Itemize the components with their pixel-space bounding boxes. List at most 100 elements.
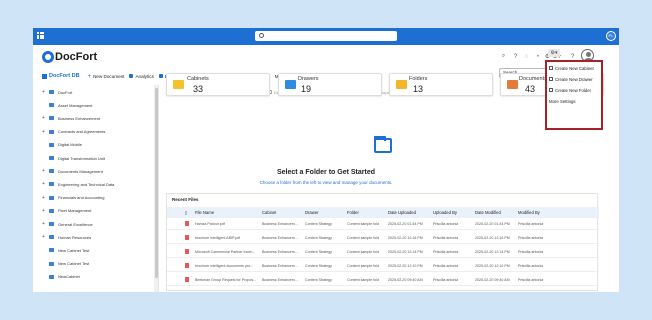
cabinet-icon xyxy=(49,129,54,134)
expand-icon[interactable]: + xyxy=(41,208,46,214)
table-row[interactable]: Beekman Group Request for Propos... Busin… xyxy=(167,274,599,286)
empty-folder-icon xyxy=(374,136,392,153)
table-cell: Priscilla antonia xyxy=(518,278,544,282)
sidebar-item[interactable]: + Fleet Management xyxy=(33,207,155,215)
expand-icon[interactable]: + xyxy=(41,221,46,227)
app-window: PL DocFort ⌕ ? ◌ ◔ ⚙ ⚙▾ ? DocFort DB + Ne… xyxy=(33,28,619,292)
sidebar-item[interactable]: + Business Enhancement xyxy=(33,114,155,122)
table-cell: 2025-02-20 01:44 PM xyxy=(475,222,510,226)
drawer-icon xyxy=(549,77,553,81)
sidebar-item[interactable]: Digital Transformation Unit xyxy=(33,154,155,162)
sidebar-item[interactable]: + Human Resources xyxy=(33,233,155,241)
folder-icon xyxy=(549,88,553,92)
expand-icon[interactable]: + xyxy=(41,195,46,201)
table-cell: Business Enhancem... xyxy=(262,278,298,282)
col-file-name[interactable]: File Name xyxy=(195,210,214,215)
table-cell: Business Enhancem... xyxy=(262,222,298,226)
card-folders[interactable]: Folders 13 xyxy=(389,73,493,96)
docfort-logo[interactable]: DocFort xyxy=(42,50,97,64)
sidebar-item[interactable]: Digital Mobile xyxy=(33,141,155,149)
sidebar-item[interactable]: + General Excellence xyxy=(33,220,155,228)
sidebar-item-label: Asset Management xyxy=(58,102,93,108)
col-folder[interactable]: Folder xyxy=(347,210,359,215)
table-cell: Content Strategy xyxy=(305,250,332,254)
pdf-file-icon xyxy=(185,235,189,240)
sidebar-item-label: Financials and Accounting xyxy=(58,195,105,201)
table-cell: Business Enhancem... xyxy=(262,264,298,268)
table-cell: 2025-02-20 12:14 PM xyxy=(475,250,510,254)
sidebar-item[interactable]: Asset Management xyxy=(33,101,155,109)
logo-mark-icon xyxy=(42,51,54,63)
table-cell: Microsoft Commercial Partner Incen... xyxy=(195,250,256,254)
card-drawers[interactable]: Drawers 19 xyxy=(278,73,382,96)
table-row[interactable]: Microsoft Commercial Partner Incen... Bus… xyxy=(167,246,599,258)
sidebar-item-label: New Cabinet Test xyxy=(58,261,90,267)
sidebar-item[interactable]: + DocFort xyxy=(33,88,155,96)
col-cabinet[interactable]: Cabinet xyxy=(262,210,276,215)
global-search-input[interactable] xyxy=(255,31,397,41)
table-cell: 2025-02-20 12:16 PM xyxy=(475,236,510,240)
toolbar-brand[interactable]: DocFort DB xyxy=(42,73,80,79)
table-cell: brochure intelligent AIBP.pdf xyxy=(195,236,240,240)
expand-icon[interactable]: + xyxy=(41,115,46,121)
sidebar-item-label: Digital Transformation Unit xyxy=(58,155,106,161)
sidebar-item-label: DocFort xyxy=(58,89,73,95)
user-initials-badge[interactable]: PL xyxy=(606,31,616,41)
menu-create-new-cabinet[interactable]: Create New Cabinet xyxy=(549,63,601,73)
table-cell: Priscilla antonia xyxy=(433,222,459,226)
search-icon[interactable]: ⌕ xyxy=(500,53,507,60)
col-drawer[interactable]: Drawer xyxy=(305,210,319,215)
new-document-button[interactable]: + New Document xyxy=(88,74,125,81)
table-cell: Priscilla antonia xyxy=(433,250,459,254)
logo-text: DocFort xyxy=(55,51,98,63)
search-icon xyxy=(259,33,264,38)
menu-more-settings[interactable]: More Settings xyxy=(549,96,601,106)
pdf-file-icon xyxy=(185,249,189,254)
table-cell: Content sample fold xyxy=(347,236,379,240)
settings-menu-button[interactable]: ⚙▾ xyxy=(548,49,560,57)
file-type-icon-header: ▯ xyxy=(185,210,188,215)
col-date-modified[interactable]: Date Modified xyxy=(475,210,501,215)
notification-icon[interactable]: ◔ xyxy=(534,53,541,60)
sidebar-item[interactable]: New Cabinet Test xyxy=(33,246,155,254)
expand-icon[interactable]: + xyxy=(41,129,46,135)
menu-create-new-drawer[interactable]: Create New Drawer xyxy=(549,74,601,84)
sidebar-item-label: Human Resources xyxy=(58,234,92,240)
table-cell: Priscilla antonia xyxy=(518,222,544,226)
sidebar-scrollbar[interactable] xyxy=(154,85,158,292)
expand-icon[interactable]: + xyxy=(41,89,46,95)
app-launcher-icon[interactable] xyxy=(37,32,44,39)
table-cell: Content sample fold xyxy=(347,250,379,254)
sidebar-item[interactable]: + Financials and Accounting xyxy=(33,194,155,202)
sidebar-item[interactable]: New Cabinet Test xyxy=(33,260,155,268)
table-cell: Content Strategy xyxy=(305,278,332,282)
table-cell: Content Strategy xyxy=(305,236,332,240)
menu-create-new-folder[interactable]: Create New Folder xyxy=(549,85,601,95)
card-cabinets[interactable]: Cabinets 33 xyxy=(166,73,270,96)
sidebar-item[interactable]: + Contracts and Agreements xyxy=(33,128,155,136)
table-cell: brochure intelligent documents pro... xyxy=(195,264,254,268)
empty-state-subtitle[interactable]: Choose a folder from the left to view an… xyxy=(33,180,619,185)
table-row[interactable]: Hamza Parlour.pdf Business Enhancem... Con… xyxy=(167,218,599,230)
col-modified-by[interactable]: Modified By xyxy=(518,210,540,215)
chat-icon[interactable]: ◌ xyxy=(523,53,530,60)
cabinet-icon xyxy=(49,222,54,226)
table-row[interactable]: brochure intelligent AIBP.pdf Business En… xyxy=(167,232,599,244)
table-cell: Content Strategy xyxy=(305,222,332,226)
expand-icon[interactable]: + xyxy=(41,234,46,240)
table-cell: Beekman Group Request for Propos... xyxy=(195,278,257,282)
app-header: DocFort ⌕ ? ◌ ◔ ⚙ ⚙▾ ? xyxy=(33,45,619,69)
help-icon[interactable]: ? xyxy=(512,53,519,60)
col-uploaded-by[interactable]: Uploaded By xyxy=(433,210,457,215)
question-icon[interactable]: ? xyxy=(569,53,576,60)
sidebar-item[interactable]: NewCabinet xyxy=(33,273,155,281)
table-cell: Priscilla antonia xyxy=(518,236,544,240)
table-cell: 2025-02-20 12:14 PM xyxy=(388,250,423,254)
analytics-button[interactable]: Analytics xyxy=(129,74,154,79)
col-date-uploaded[interactable]: Date Uploaded xyxy=(388,210,416,215)
cabinet-icon xyxy=(49,248,54,253)
documents-icon xyxy=(507,80,518,89)
cabinet-icon xyxy=(549,66,553,70)
table-row[interactable]: brochure intelligent documents pro... Bus… xyxy=(167,260,599,272)
table-cell: Content sample fold xyxy=(347,278,379,282)
